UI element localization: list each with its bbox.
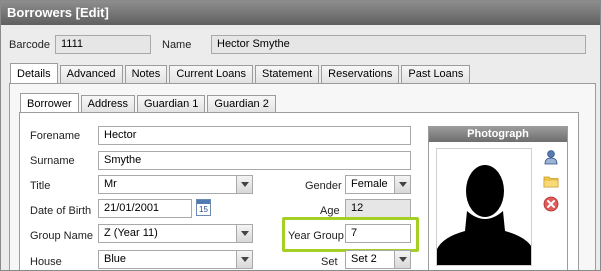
- gender-select[interactable]: Female: [345, 175, 411, 194]
- window-title: Borrowers [Edit]: [1, 1, 600, 25]
- photograph-heading: Photograph: [429, 127, 567, 142]
- tab-past-loans[interactable]: Past Loans: [401, 65, 471, 83]
- tab-reservations[interactable]: Reservations: [321, 65, 400, 83]
- tab-statement[interactable]: Statement: [255, 65, 320, 83]
- chevron-down-icon[interactable]: [394, 176, 410, 193]
- name-field[interactable]: Hector Smythe: [211, 35, 586, 54]
- house-select[interactable]: Blue: [98, 250, 253, 269]
- forename-input[interactable]: Hector: [98, 126, 411, 145]
- house-value: Blue: [104, 253, 127, 265]
- set-value: Set 2: [351, 253, 377, 265]
- title-label: Title: [30, 180, 51, 192]
- age-label: Age: [320, 205, 340, 217]
- remove-icon[interactable]: [543, 196, 559, 212]
- surname-input[interactable]: Smythe: [98, 151, 411, 170]
- group-name-value: Z (Year 11): [104, 227, 158, 239]
- group-name-label: Group Name: [30, 230, 93, 242]
- calendar-icon[interactable]: 15: [196, 199, 211, 216]
- set-select[interactable]: Set 2: [345, 250, 411, 269]
- main-tabs: Details Advanced Notes Current Loans Sta…: [10, 63, 471, 83]
- chevron-down-icon[interactable]: [236, 225, 252, 242]
- barcode-field[interactable]: 1111: [55, 35, 151, 54]
- title-select[interactable]: Mr: [98, 175, 253, 194]
- folder-icon[interactable]: [543, 173, 559, 189]
- dob-input[interactable]: 21/01/2001: [98, 199, 192, 218]
- subtab-borrower[interactable]: Borrower: [20, 93, 79, 113]
- sub-tabs: Borrower Address Guardian 1 Guardian 2: [20, 93, 276, 113]
- age-field: 12: [345, 199, 411, 218]
- year-group-label: Year Group: [288, 230, 344, 242]
- tab-notes[interactable]: Notes: [124, 65, 168, 83]
- chevron-down-icon[interactable]: [236, 176, 252, 193]
- surname-label: Surname: [30, 155, 75, 167]
- tab-details[interactable]: Details: [10, 63, 58, 83]
- tab-advanced[interactable]: Advanced: [59, 65, 123, 83]
- set-label: Set: [321, 256, 338, 268]
- house-label: House: [30, 256, 62, 268]
- name-label: Name: [162, 39, 192, 51]
- year-group-input[interactable]: 7: [345, 224, 411, 243]
- subtab-address[interactable]: Address: [80, 95, 135, 113]
- gender-value: Female: [351, 178, 388, 190]
- borrower-photo: [436, 148, 532, 266]
- chevron-down-icon[interactable]: [394, 251, 410, 268]
- subtab-guardian-2[interactable]: Guardian 2: [207, 95, 276, 113]
- photograph-box: Photograph: [428, 126, 568, 270]
- dob-label: Date of Birth: [30, 205, 92, 217]
- gender-label: Gender: [305, 180, 342, 192]
- forename-label: Forename: [30, 130, 81, 142]
- chevron-down-icon[interactable]: [236, 251, 252, 268]
- subtab-guardian-1[interactable]: Guardian 1: [136, 95, 206, 113]
- barcode-label: Barcode: [9, 39, 50, 51]
- tab-current-loans[interactable]: Current Loans: [169, 65, 254, 83]
- group-name-select[interactable]: Z (Year 11): [98, 224, 253, 243]
- silhouette-image: [437, 165, 531, 265]
- borrowers-edit-window: Borrowers [Edit] Barcode 1111 Name Hecto…: [0, 0, 601, 271]
- title-value: Mr: [104, 178, 117, 190]
- user-icon[interactable]: [543, 149, 559, 165]
